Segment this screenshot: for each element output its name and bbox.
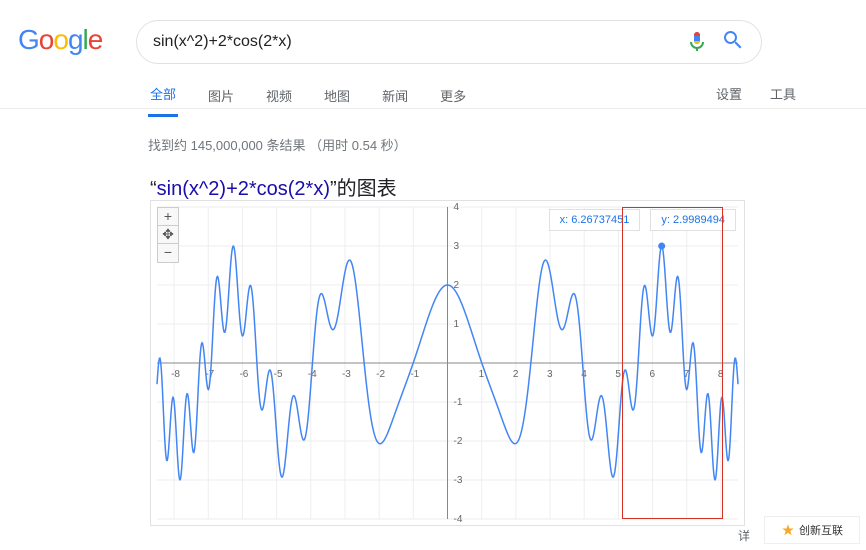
svg-text:-2: -2 (376, 369, 385, 380)
chart-title-link[interactable]: sin(x^2)+2*cos(2*x) (157, 178, 330, 200)
pan-button[interactable]: ✥ (158, 226, 178, 244)
svg-text:-5: -5 (274, 369, 283, 380)
tab-images[interactable]: 图片 (206, 86, 236, 116)
chart-container[interactable]: -8-7-6-5-4-3-2-112345678-4-3-2-11234 + ✥… (150, 200, 745, 526)
result-stats: 找到约 145,000,000 条结果 （用时 0.54 秒） (148, 135, 407, 154)
svg-text:2: 2 (513, 369, 519, 380)
svg-text:-4: -4 (454, 514, 463, 525)
link-settings[interactable]: 设置 (716, 84, 742, 103)
mic-icon[interactable] (685, 30, 709, 54)
svg-text:-8: -8 (171, 369, 180, 380)
tab-videos[interactable]: 视频 (264, 86, 294, 116)
tabs-right: 设置 工具 (716, 84, 796, 103)
svg-text:5: 5 (615, 369, 621, 380)
search-bar (136, 20, 762, 64)
zoom-controls: + ✥ − (157, 207, 179, 263)
tab-news[interactable]: 新闻 (380, 86, 410, 116)
zoom-in-button[interactable]: + (158, 208, 178, 226)
search-icon[interactable] (721, 28, 745, 57)
svg-text:3: 3 (454, 241, 460, 252)
svg-text:-3: -3 (342, 369, 351, 380)
star-icon (781, 523, 795, 537)
search-input[interactable] (153, 33, 685, 51)
svg-text:-1: -1 (454, 397, 463, 408)
link-tools[interactable]: 工具 (770, 84, 796, 103)
chart-title: “sin(x^2)+2*cos(2*x)”的图表 (150, 172, 397, 201)
zoom-out-button[interactable]: − (158, 244, 178, 262)
svg-text:3: 3 (547, 369, 553, 380)
tab-all[interactable]: 全部 (148, 84, 178, 117)
svg-text:4: 4 (454, 202, 460, 213)
svg-text:-6: -6 (239, 369, 248, 380)
google-logo[interactable]: Google (18, 24, 102, 56)
svg-text:-2: -2 (454, 436, 463, 447)
footer-brand: 创新互联 (764, 516, 860, 544)
search-tabs: 全部 图片 视频 地图 新闻 更多 (148, 84, 758, 117)
svg-text:1: 1 (454, 319, 460, 330)
svg-text:-3: -3 (454, 475, 463, 486)
tab-more[interactable]: 更多 (438, 86, 468, 116)
detail-link[interactable]: 详 (738, 527, 750, 544)
highlight-rect (622, 207, 723, 519)
svg-text:-1: -1 (410, 369, 419, 380)
tab-maps[interactable]: 地图 (322, 86, 352, 116)
